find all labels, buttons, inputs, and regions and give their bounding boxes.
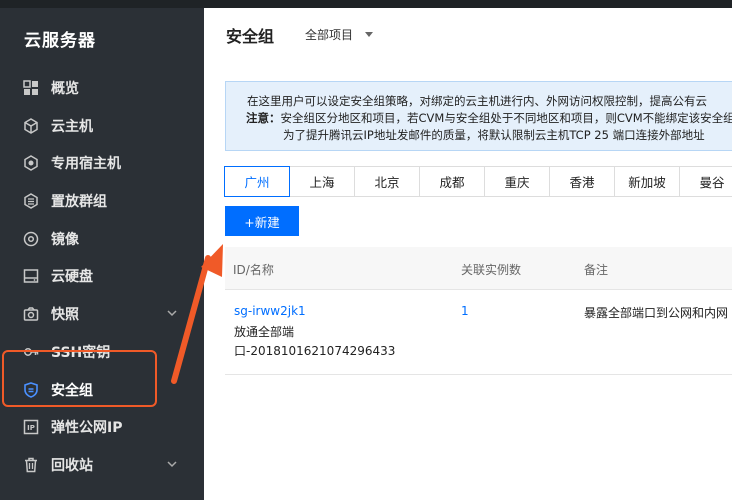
highlight-annotation [2,350,157,407]
sidebar-item-label: 云硬盘 [51,269,93,285]
page-header: 安全组 全部项目 [204,8,732,59]
tab-guangzhou[interactable]: 广州 [224,166,290,197]
host-icon [23,155,39,171]
sidebar-item-cloud-disk[interactable]: 云硬盘 [0,258,204,294]
instance-count-link[interactable]: 1 [461,304,469,318]
grid-icon [23,80,39,96]
sidebar-item-label: 弹性公网IP [51,420,123,436]
sidebar: 云服务器 概览 云主机 专用宿主机 置放群组 镜像 云硬盘 快照 SSH密钥 安… [0,8,204,500]
camera-icon [23,306,39,322]
content-area: 在这里用户可以设定安全组策略，对绑定的云主机进行内、外网访问权限控制，提高公有云… [204,59,732,500]
sidebar-item-dedicated-host[interactable]: 专用宿主机 [0,145,204,181]
tab-bangkok[interactable]: 曼谷 [679,166,732,197]
security-group-id-link[interactable]: sg-irww2jk1 [234,304,306,318]
tab-singapore[interactable]: 新加坡 [614,166,680,197]
trash-icon [23,457,39,473]
sidebar-item-placement-group[interactable]: 置放群组 [0,183,204,219]
sidebar-item-label: 镜像 [51,232,79,248]
sidebar-item-label: 回收站 [51,458,93,474]
sidebar-item-elastic-ip[interactable]: IP 弹性公网IP [0,409,204,445]
column-header-instances: 关联实例数 [461,263,522,277]
chevron-down-icon [167,461,177,468]
notice-line-3: 为了提升腾讯云IP地址发邮件的质量，将默认限制云主机TCP 25 端口连接外部地… [283,128,705,142]
column-header-id: ID/名称 [233,263,274,277]
remark-text: 暴露全部端口到公网和内网 [584,306,729,320]
page-title: 安全组 [226,27,275,46]
sidebar-item-label: 置放群组 [51,194,107,210]
sidebar-item-label: 概览 [51,81,79,97]
sidebar-item-cvm[interactable]: 云主机 [0,108,204,144]
security-group-name-line-1: 放通全部端 [234,325,295,339]
top-bar [0,0,732,8]
tab-hongkong[interactable]: 香港 [549,166,615,197]
region-tabs: 广州 上海 北京 成都 重庆 香港 新加坡 曼谷 [224,166,732,197]
sidebar-item-image[interactable]: 镜像 [0,221,204,257]
sidebar-item-overview[interactable]: 概览 [0,70,204,106]
new-security-group-button[interactable]: +新建 [225,206,299,236]
ip-icon: IP [23,419,39,435]
tab-chongqing[interactable]: 重庆 [484,166,550,197]
notice-line-2: 注意：安全组区分地区和项目，若CVM与安全组处于不同地区和项目，则CVM不能绑定… [246,110,732,126]
table-header: ID/名称 关联实例数 备注 [225,247,732,290]
security-group-table: ID/名称 关联实例数 备注 sg-irww2jk1 放通全部端 口-20181… [225,247,732,377]
sidebar-title: 云服务器 [24,31,96,51]
table-row: sg-irww2jk1 放通全部端 口-2018101621074296433 … [225,291,732,375]
column-header-remark: 备注 [584,263,609,277]
cube-icon [23,118,39,134]
sidebar-item-label: 云主机 [51,119,93,135]
notice-label: 注意： [246,111,281,125]
tab-chengdu[interactable]: 成都 [419,166,485,197]
notice-line-2-text: 安全组区分地区和项目，若CVM与安全组处于不同地区和项目，则CVM不能绑定该安全… [280,111,732,125]
sidebar-item-recycle-bin[interactable]: 回收站 [0,447,204,483]
tab-beijing[interactable]: 北京 [354,166,420,197]
tab-shanghai[interactable]: 上海 [289,166,355,197]
security-group-name-line-2: 口-2018101621074296433 [234,344,396,358]
notice-box: 在这里用户可以设定安全组策略，对绑定的云主机进行内、外网访问权限控制，提高公有云… [225,81,732,151]
main-panel: 安全组 全部项目 在这里用户可以设定安全组策略，对绑定的云主机进行内、外网访问权… [204,8,732,500]
project-dropdown-value: 全部项目 [305,28,354,42]
notice-line-1: 在这里用户可以设定安全组策略，对绑定的云主机进行内、外网访问权限控制，提高公有云 [247,94,707,108]
chevron-down-icon [167,310,177,317]
disk-icon [23,268,39,284]
project-dropdown[interactable]: 全部项目 [305,26,374,43]
sidebar-item-label: 专用宿主机 [51,156,121,172]
sidebar-item-label: 快照 [51,307,79,323]
svg-text:IP: IP [27,424,35,432]
group-icon [23,193,39,209]
caret-down-icon [365,32,374,37]
sidebar-item-snapshot[interactable]: 快照 [0,296,204,332]
disc-icon [23,231,39,247]
